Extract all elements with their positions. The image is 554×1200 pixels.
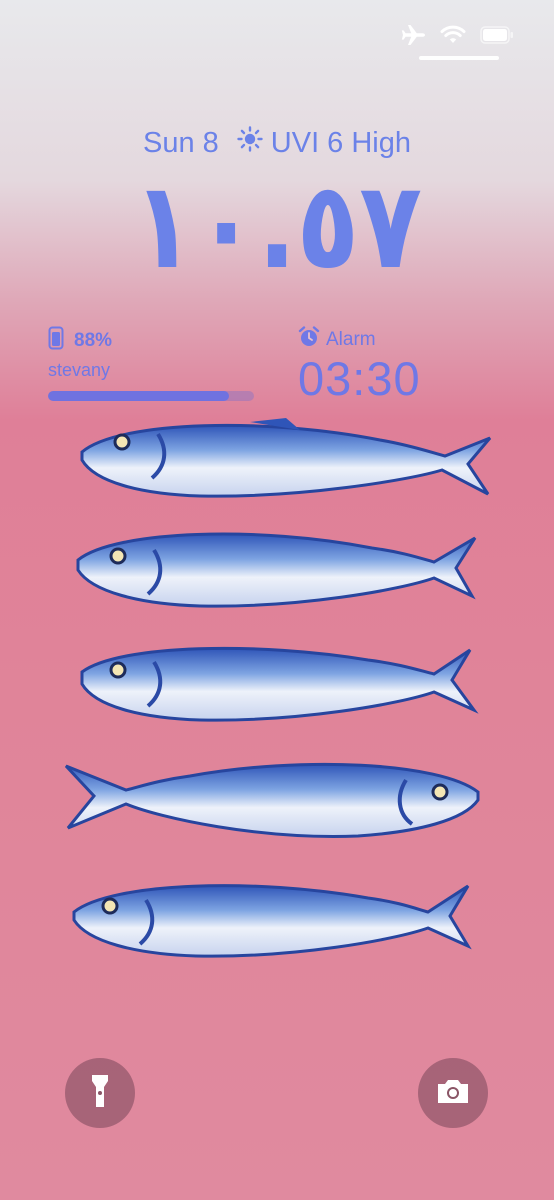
- alarm-clock-icon: [298, 326, 320, 354]
- camera-icon: [435, 1077, 471, 1110]
- date-weather-line[interactable]: Sun 8 UVI 6 High: [0, 126, 554, 160]
- alarm-widget[interactable]: Alarm 03:30: [298, 326, 421, 403]
- fish-5: [72, 884, 472, 958]
- phone-battery-icon: [48, 326, 64, 356]
- fish-4: [64, 762, 480, 838]
- battery-widget[interactable]: 88% stevany: [48, 326, 254, 401]
- airplane-icon: [400, 24, 426, 51]
- device-name: stevany: [48, 360, 111, 380]
- flashlight-button[interactable]: [65, 1058, 135, 1128]
- sardine-painting: [50, 400, 500, 985]
- fish-3: [80, 646, 479, 722]
- status-bar: [400, 24, 514, 51]
- flashlight-icon: [88, 1073, 112, 1114]
- top-indicator-bar: [419, 56, 499, 60]
- uv-index-text: UVI 6 High: [270, 126, 412, 159]
- alarm-label: Alarm: [326, 329, 376, 350]
- battery-icon: [480, 26, 514, 49]
- battery-percent: 88%: [74, 330, 113, 351]
- fish-2: [76, 532, 477, 608]
- alarm-time: 03:30: [298, 352, 421, 405]
- camera-button[interactable]: [418, 1058, 488, 1128]
- clock-time-text: ١٠.٥٧: [132, 165, 422, 280]
- fish-1: [80, 418, 492, 498]
- lock-screen-clock[interactable]: ١٠.٥٧: [0, 157, 554, 296]
- date-text: Sun 8: [142, 126, 219, 159]
- sun-icon: [237, 126, 263, 160]
- clock-digits: ١٠.٥٧: [132, 157, 422, 296]
- wifi-icon: [440, 25, 466, 50]
